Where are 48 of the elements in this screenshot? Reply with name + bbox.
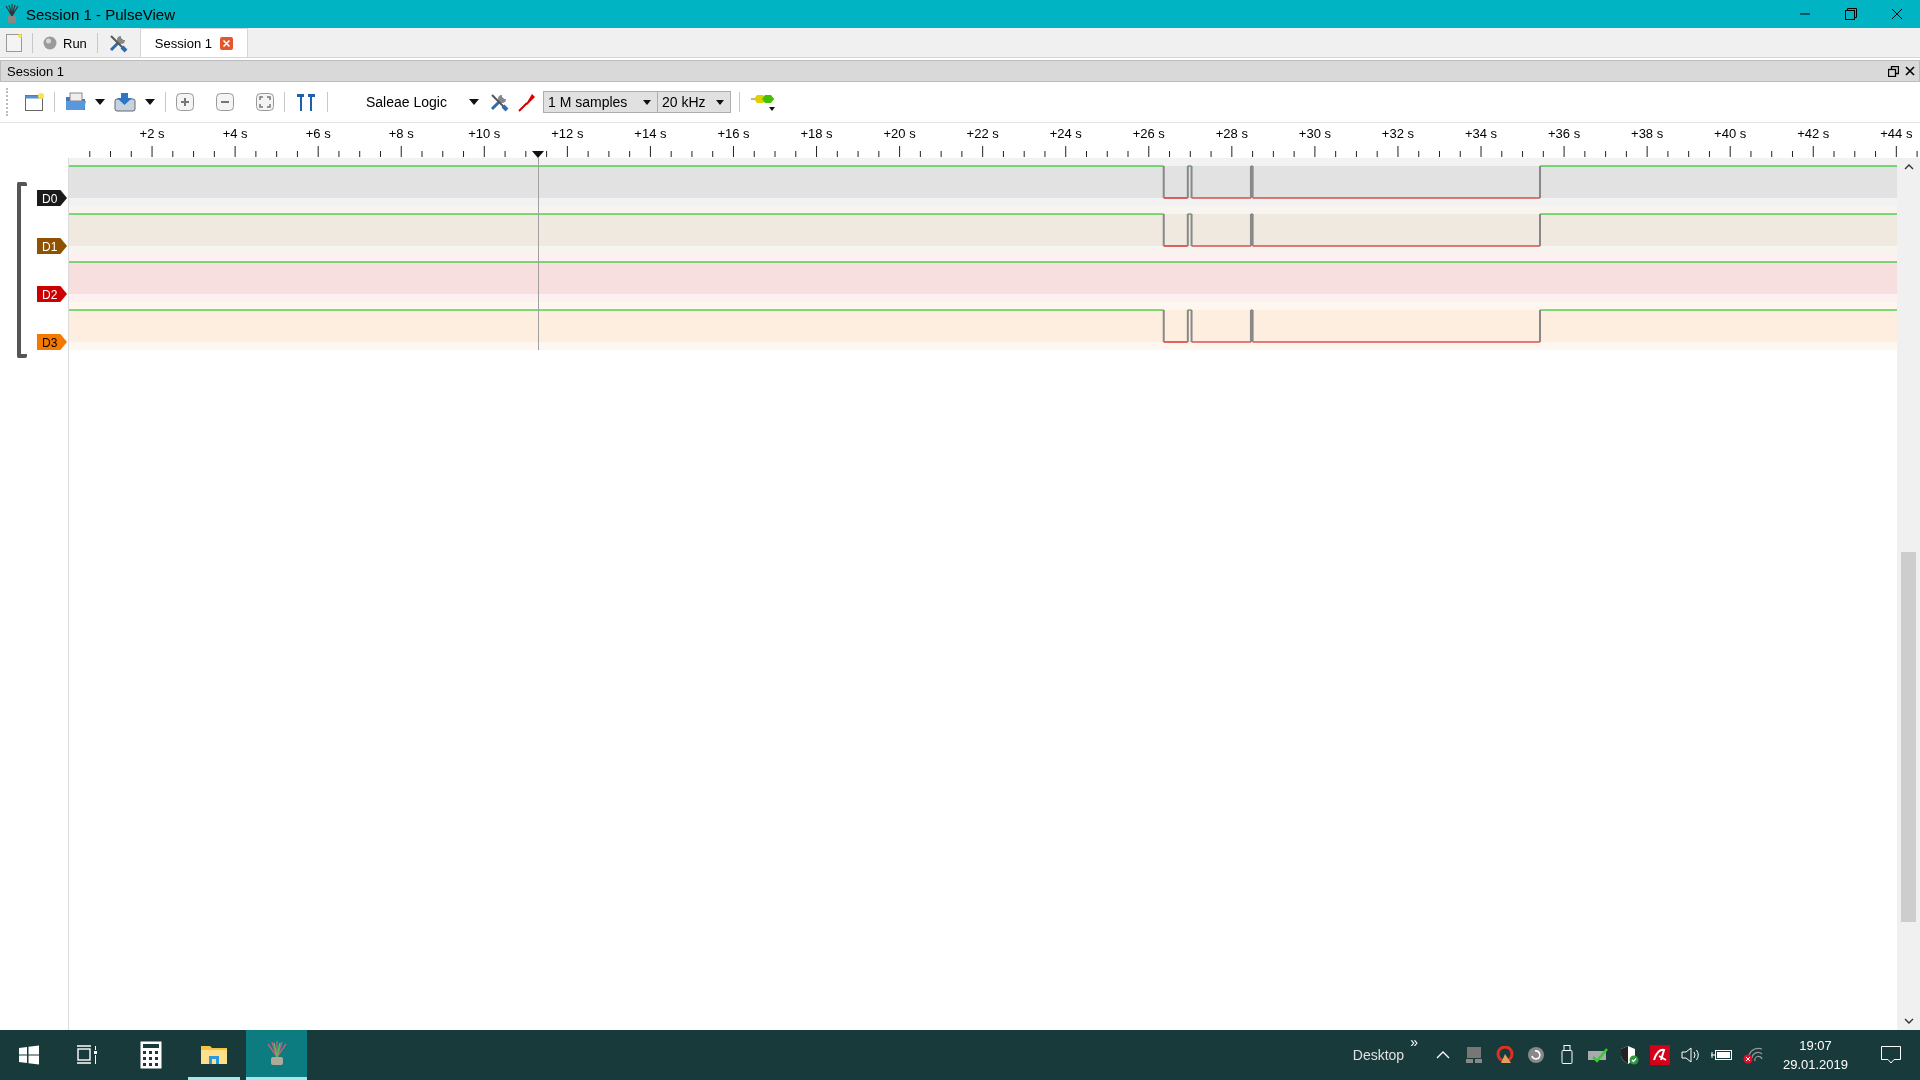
- window-title: Session 1 - PulseView: [26, 5, 175, 23]
- pulseview-taskbar-icon[interactable]: [246, 1030, 307, 1080]
- scrollbar[interactable]: [1897, 158, 1920, 1030]
- session-tab[interactable]: Session 1: [139, 28, 248, 57]
- ruler-label: +38 s: [1631, 126, 1664, 141]
- scroll-thumb[interactable]: [1901, 552, 1916, 922]
- panel-title: Session 1: [7, 63, 66, 79]
- ruler-label: +2 s: [139, 126, 165, 141]
- ruler-label: +4 s: [222, 126, 248, 141]
- ruler-label: +8 s: [388, 126, 414, 141]
- caret-icon: [715, 99, 724, 105]
- ruler-label: +34 s: [1464, 126, 1498, 141]
- ruler-label: +40 s: [1714, 126, 1747, 141]
- ruler-label: +32 s: [1381, 126, 1415, 141]
- ruler-label: +30 s: [1298, 126, 1331, 141]
- ruler-label: +14 s: [634, 126, 667, 141]
- ruler-label: +44 s: [1880, 126, 1913, 141]
- ruler-label: +20 s: [883, 126, 916, 141]
- ruler-label: +42 s: [1797, 126, 1830, 141]
- ruler-label: +24 s: [1049, 126, 1082, 141]
- device-selector[interactable]: Saleae Logic: [336, 87, 483, 117]
- channel-label[interactable]: D2: [37, 286, 67, 302]
- close-icon[interactable]: [1905, 66, 1915, 76]
- clock-date: 29.01.2019: [1782, 1057, 1848, 1072]
- ruler-label: +26 s: [1132, 126, 1165, 141]
- sphere-icon: [43, 36, 57, 50]
- channel-label[interactable]: D3: [37, 334, 67, 350]
- ruler-label: +36 s: [1548, 126, 1581, 141]
- ruler-label: +12 s: [551, 126, 584, 141]
- sample-count-dropdown[interactable]: 1 M samples: [542, 91, 658, 113]
- ruler-label: +22 s: [966, 126, 999, 141]
- ruler-label: +18 s: [800, 126, 833, 141]
- desktop-toolbar-label[interactable]: Desktop: [1346, 1030, 1411, 1080]
- caret-icon: [468, 99, 479, 105]
- clock-time: 19:07: [1799, 1038, 1832, 1053]
- taskbar-clock[interactable]: 19:07 29.01.2019: [1768, 1030, 1862, 1080]
- more-toolbar-chevron[interactable]: »: [1410, 1034, 1418, 1050]
- run-button[interactable]: Run: [37, 29, 93, 57]
- app-icon: [4, 4, 20, 24]
- ruler-label: +6 s: [305, 126, 331, 141]
- float-icon[interactable]: [1888, 65, 1899, 77]
- ruler-label: +28 s: [1215, 126, 1248, 141]
- caret-icon: [642, 99, 651, 105]
- sample-rate-dropdown[interactable]: 20 kHz: [656, 91, 731, 113]
- ruler-label: +10 s: [468, 126, 501, 141]
- channel-label[interactable]: D0: [37, 190, 67, 206]
- ruler-label: +16 s: [717, 126, 750, 141]
- channel-label[interactable]: D1: [37, 238, 67, 254]
